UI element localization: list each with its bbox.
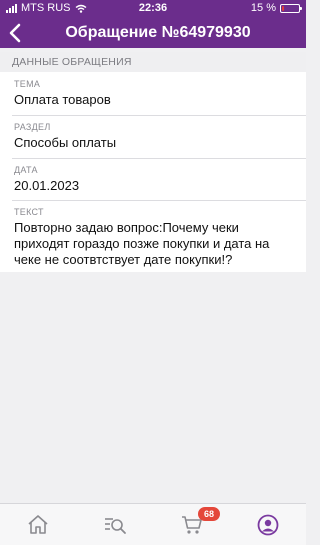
field-section-value: Способы оплаты xyxy=(14,135,117,150)
field-text-label: ТЕКСТ xyxy=(14,207,44,217)
profile-icon[interactable] xyxy=(256,513,280,537)
field-date: ДАТА 20.01.2023 xyxy=(0,158,306,200)
nav-bar: Обращение №64979930 xyxy=(0,20,306,48)
app-header: MTS RUS 22:36 15 % Обращение №64979930 xyxy=(0,0,306,48)
field-section-label: РАЗДЕЛ xyxy=(14,122,51,132)
cart-badge: 68 xyxy=(198,507,220,521)
field-topic-value: Оплата товаров xyxy=(14,92,111,107)
field-section: РАЗДЕЛ Способы оплаты xyxy=(0,115,306,158)
status-right: 15 % xyxy=(250,2,302,14)
field-topic: ТЕМА Оплата товаров xyxy=(0,72,306,115)
field-text-value: Повторно задаю вопрос:Почему чеки приход… xyxy=(14,220,270,267)
field-topic-label: ТЕМА xyxy=(14,79,41,89)
catalog-search-icon[interactable] xyxy=(103,513,127,537)
home-icon[interactable] xyxy=(26,513,50,537)
field-date-label: ДАТА xyxy=(14,165,38,175)
tab-bar: 68 xyxy=(0,503,306,545)
battery-icon xyxy=(280,3,302,13)
page-title: Обращение №64979930 xyxy=(65,24,251,41)
chevron-left-icon[interactable] xyxy=(6,22,26,44)
battery-percent: 15 % xyxy=(250,2,276,14)
request-details-list: ТЕМА Оплата товаров РАЗДЕЛ Способы оплат… xyxy=(0,72,306,272)
status-bar: MTS RUS 22:36 15 % xyxy=(0,0,306,16)
field-date-value: 20.01.2023 xyxy=(14,178,80,193)
battery-fill xyxy=(282,5,284,11)
section-title: ДАННЫЕ ОБРАЩЕНИЯ xyxy=(0,52,306,72)
field-text: ТЕКСТ Повторно задаю вопрос:Почему чеки … xyxy=(0,200,306,272)
